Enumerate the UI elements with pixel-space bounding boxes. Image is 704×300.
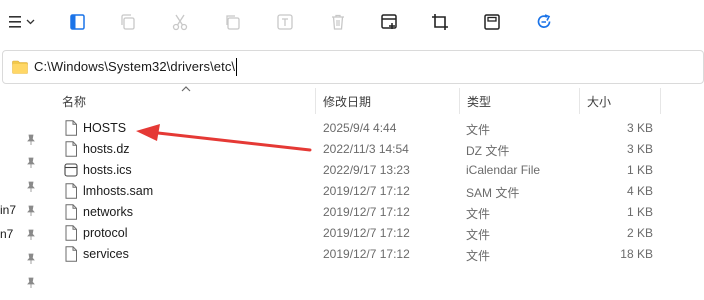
column-header-name-label: 名称 xyxy=(62,95,87,109)
file-type: DZ 文件 xyxy=(466,144,510,158)
file-row[interactable]: lmhosts.sam 2019/12/7 17:12 SAM 文件 4 KB xyxy=(55,181,665,202)
file-row[interactable]: protocol 2019/12/7 17:12 文件 2 KB xyxy=(55,223,665,244)
file-type: 文件 xyxy=(466,207,491,221)
pin-icon[interactable] xyxy=(24,252,38,266)
folder-icon xyxy=(12,60,28,74)
column-divider[interactable] xyxy=(660,88,661,114)
file-size: 2 KB xyxy=(626,226,653,240)
cut-icon xyxy=(172,14,188,31)
file-name: protocol xyxy=(83,226,128,240)
crop-icon xyxy=(432,14,448,30)
file-icon xyxy=(64,183,78,202)
file-modified-date: 2019/12/7 17:12 xyxy=(323,247,410,261)
file-row[interactable]: networks 2019/12/7 17:12 文件 1 KB xyxy=(55,202,665,223)
file-name: hosts.ics xyxy=(83,163,132,177)
paste-icon xyxy=(226,15,240,30)
file-name: services xyxy=(83,247,129,261)
column-header-size-label: 大小 xyxy=(587,95,612,109)
file-type: 文件 xyxy=(466,123,491,137)
calendar-file-icon xyxy=(64,163,78,177)
file-type: iCalendar File xyxy=(466,163,541,177)
file-icon xyxy=(64,246,78,265)
file-modified-date: 2019/12/7 17:12 xyxy=(323,205,410,219)
file-modified-date: 2022/9/17 13:23 xyxy=(323,163,410,177)
column-header-type-label: 类型 xyxy=(467,95,492,109)
nav-item-label[interactable]: in7 xyxy=(0,203,16,217)
column-header-modified-label: 修改日期 xyxy=(323,95,372,109)
pin-icon[interactable] xyxy=(24,204,38,218)
file-icon xyxy=(65,246,77,262)
file-icon xyxy=(65,183,77,199)
file-icon xyxy=(64,204,78,223)
save-button[interactable] xyxy=(478,8,506,36)
file-icon xyxy=(64,225,78,244)
delete-button[interactable] xyxy=(324,8,352,36)
file-icon xyxy=(64,141,78,160)
file-row[interactable]: hosts.dz 2022/11/3 14:54 DZ 文件 3 KB xyxy=(55,139,665,160)
file-size: 1 KB xyxy=(626,205,653,219)
file-icon xyxy=(64,120,78,139)
file-modified-date: 2022/11/3 14:54 xyxy=(323,142,409,156)
address-bar[interactable]: C:\Windows\System32\drivers\etc\ xyxy=(2,50,704,84)
file-type: 文件 xyxy=(466,249,491,263)
crop-button[interactable] xyxy=(426,8,454,36)
file-row[interactable]: services 2019/12/7 17:12 文件 18 KB xyxy=(55,244,665,265)
cut-button[interactable] xyxy=(166,8,194,36)
file-icon xyxy=(65,141,77,157)
file-modified-date: 2019/12/7 17:12 xyxy=(323,184,410,198)
file-name: networks xyxy=(83,205,134,219)
copy-icon xyxy=(121,14,135,30)
new-window-button[interactable] xyxy=(375,8,403,36)
file-type: 文件 xyxy=(466,228,491,242)
file-name: HOSTS xyxy=(83,121,127,135)
pin-icon[interactable] xyxy=(24,156,38,170)
file-modified-date: 2025/9/4 4:44 xyxy=(323,121,397,135)
column-header-modified[interactable]: 修改日期 xyxy=(316,88,458,112)
rename-button[interactable] xyxy=(271,8,299,36)
preview-pane-button[interactable] xyxy=(64,8,92,36)
address-path[interactable]: C:\Windows\System32\drivers\etc\ xyxy=(34,59,235,74)
file-size: 18 KB xyxy=(620,247,653,261)
save-icon xyxy=(484,14,500,30)
file-size: 3 KB xyxy=(626,142,653,156)
column-header-name[interactable]: 名称 xyxy=(55,88,315,112)
pin-icon[interactable] xyxy=(24,180,38,194)
pin-icon[interactable] xyxy=(24,228,38,242)
file-size: 3 KB xyxy=(626,121,653,135)
command-bar xyxy=(0,0,704,44)
file-name: hosts.dz xyxy=(83,142,130,156)
copy-button[interactable] xyxy=(114,8,142,36)
new-window-icon xyxy=(381,14,397,29)
pin-icon[interactable] xyxy=(24,133,38,147)
file-icon xyxy=(65,225,77,241)
file-icon xyxy=(65,204,77,220)
text-cursor xyxy=(236,58,237,76)
file-row[interactable]: HOSTS 2025/9/4 4:44 文件 3 KB xyxy=(55,118,665,139)
calendar-file-icon xyxy=(64,162,78,181)
refresh-button[interactable] xyxy=(530,8,558,36)
file-icon xyxy=(65,120,77,136)
file-type: SAM 文件 xyxy=(466,186,520,200)
file-modified-date: 2019/12/7 17:12 xyxy=(323,226,410,240)
rename-icon xyxy=(277,14,293,30)
column-header-size[interactable]: 大小 xyxy=(580,88,660,112)
file-size: 1 KB xyxy=(626,163,653,177)
file-row[interactable]: hosts.ics 2022/9/17 13:23 iCalendar File 1 … xyxy=(55,160,665,181)
menu-icon xyxy=(9,16,35,28)
preview-pane-icon xyxy=(70,14,85,30)
paste-button[interactable] xyxy=(219,8,247,36)
refresh-icon xyxy=(537,14,551,28)
file-name: lmhosts.sam xyxy=(83,184,154,198)
file-size: 4 KB xyxy=(626,184,653,198)
menu-button[interactable] xyxy=(4,8,40,36)
pin-icon[interactable] xyxy=(24,276,38,290)
delete-icon xyxy=(332,14,344,30)
column-header-type[interactable]: 类型 xyxy=(460,88,578,112)
nav-item-label[interactable]: n7 xyxy=(0,227,13,241)
